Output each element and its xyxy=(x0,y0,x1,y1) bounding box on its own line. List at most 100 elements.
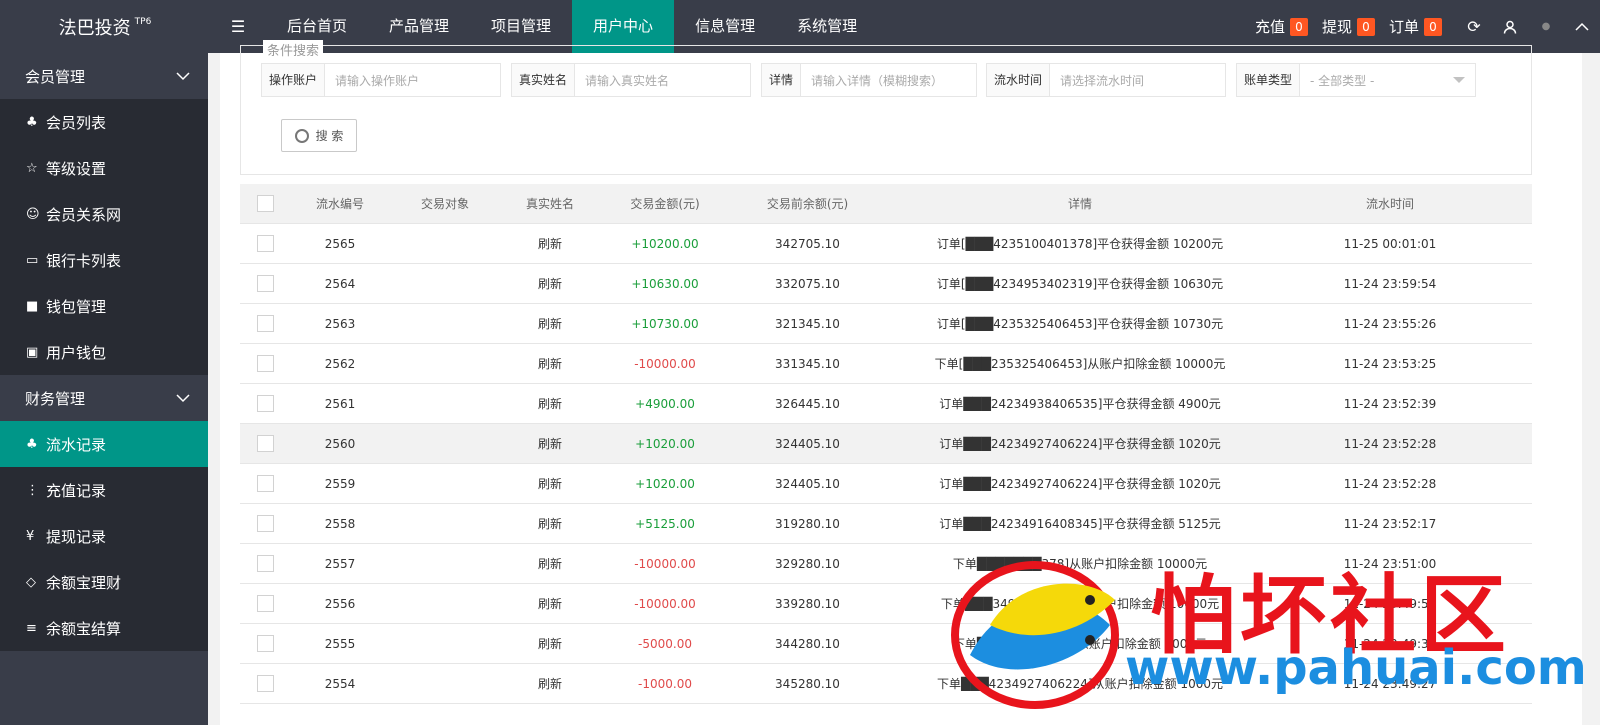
time-input[interactable]: 请选择流水时间 xyxy=(1050,72,1225,89)
table-row[interactable]: 2559 刷新 +1020.00 324405.10 订单███242349274062… xyxy=(240,464,1532,504)
header-id[interactable]: 流水编号 xyxy=(290,195,390,212)
cell-time: 11-24 23:52:39 xyxy=(1343,396,1437,411)
row-checkbox[interactable] xyxy=(256,675,274,692)
sidebar-item[interactable]: ☺ 会员关系网 xyxy=(0,191,208,237)
account-field[interactable]: 操作账户 请输入操作账户 xyxy=(261,63,501,97)
cell-id: 2558 xyxy=(324,516,356,531)
header-before[interactable]: 交易前余额(元) xyxy=(730,195,885,212)
sidebar-item[interactable]: ◇ 余额宝理财 xyxy=(0,559,208,605)
row-checkbox[interactable] xyxy=(256,435,274,452)
search-icon xyxy=(294,128,309,143)
logo[interactable]: 法巴投资 TP6 xyxy=(0,0,210,53)
order-link[interactable]: 订单 0 xyxy=(1389,16,1442,37)
sidebar-item-label: 提现记录 xyxy=(46,527,107,546)
table-row[interactable]: 2562 刷新 -10000.00 331345.10 下单[███2353254064… xyxy=(240,344,1532,384)
chevron-up-icon[interactable] xyxy=(1564,0,1600,53)
row-checkbox[interactable] xyxy=(256,595,274,612)
sidebar-group-members[interactable]: 会员管理 xyxy=(0,53,208,99)
row-checkbox[interactable] xyxy=(256,315,274,332)
account-input[interactable]: 请输入操作账户 xyxy=(325,72,500,89)
sidebar-item[interactable]: ♣ 流水记录 xyxy=(0,421,208,467)
sidebar-item-label: 银行卡列表 xyxy=(46,251,122,270)
table-row[interactable]: 2563 刷新 +10730.00 321345.10 订单[███4235325406… xyxy=(240,304,1532,344)
row-checkbox[interactable] xyxy=(256,555,274,572)
name-input[interactable]: 请输入真实姓名 xyxy=(575,72,750,89)
stack-icon: ≡ xyxy=(26,620,37,636)
table-row[interactable]: 2561 刷新 +4900.00 326445.10 订单███242349384065… xyxy=(240,384,1532,424)
cell-detail: 订单███24234927406224]平仓获得金额 1020元 xyxy=(939,477,1221,491)
row-select-cell xyxy=(240,395,290,412)
cell-name: 刷新 xyxy=(537,437,562,451)
row-checkbox[interactable] xyxy=(256,275,274,292)
sidebar-group-label: 会员管理 xyxy=(25,67,86,86)
sidebar-item[interactable]: ▣ 用户钱包 xyxy=(0,329,208,375)
cell-amount: +4900.00 xyxy=(635,396,695,411)
cell-before: 332075.10 xyxy=(775,276,840,291)
name-field[interactable]: 真实姓名 请输入真实姓名 xyxy=(511,63,751,97)
cell-amount: +5125.00 xyxy=(635,516,695,531)
table-row[interactable]: 2560 刷新 +1020.00 324405.10 订单███242349274062… xyxy=(240,424,1532,464)
sidebar-group-label: 财务管理 xyxy=(25,389,86,408)
dot-icon[interactable]: ● xyxy=(1528,0,1564,53)
star-icon: ☆ xyxy=(26,160,38,176)
sidebar-item-label: 等级设置 xyxy=(46,159,107,178)
sidebar-item[interactable]: ⋮ 充值记录 xyxy=(0,467,208,513)
row-checkbox[interactable] xyxy=(256,235,274,252)
sidebar-item[interactable]: ♣ 会员列表 xyxy=(0,99,208,145)
header-name[interactable]: 真实姓名 xyxy=(500,195,600,212)
time-field[interactable]: 流水时间 请选择流水时间 xyxy=(986,63,1226,97)
row-select-cell xyxy=(240,635,290,652)
withdraw-link[interactable]: 提现 0 xyxy=(1322,16,1375,37)
sidebar-group-finance[interactable]: 财务管理 xyxy=(0,375,208,421)
cell-before: 344280.10 xyxy=(775,636,840,651)
row-checkbox[interactable] xyxy=(256,475,274,492)
user-icon: ♣ xyxy=(26,114,38,130)
cell-before: 342705.10 xyxy=(775,236,840,251)
logo-text: 法巴投资 xyxy=(58,17,131,39)
row-checkbox[interactable] xyxy=(256,355,274,372)
detail-input[interactable]: 请输入详情（模糊搜索） xyxy=(801,72,976,89)
select-all-checkbox[interactable] xyxy=(256,195,274,212)
header-target[interactable]: 交易对象 xyxy=(390,195,500,212)
cell-time: 11-24 23:52:17 xyxy=(1343,516,1437,531)
row-checkbox[interactable] xyxy=(256,395,274,412)
cell-detail: 订单[███4234953402319]平仓获得金额 10630元 xyxy=(936,277,1224,291)
cell-id: 2555 xyxy=(324,636,356,651)
sidebar-item-label: 余额宝结算 xyxy=(46,619,122,638)
recharge-link[interactable]: 充值 0 xyxy=(1255,16,1308,37)
header-time[interactable]: 流水时间 xyxy=(1275,195,1505,212)
table-row[interactable]: 2564 刷新 +10630.00 332075.10 订单[███4234953402… xyxy=(240,264,1532,304)
sidebar-members-list: ♣ 会员列表 ☆ 等级设置 ☺ 会员关系网 ▭ 银行卡列表 ■ 钱包管理 ▣ 用户钱包 xyxy=(0,99,208,375)
row-select-cell xyxy=(240,355,290,372)
cell-time: 11-24 23:59:54 xyxy=(1343,276,1437,291)
header-amount[interactable]: 交易金额(元) xyxy=(600,195,730,212)
sidebar-item[interactable]: ¥ 提现记录 xyxy=(0,513,208,559)
detail-field[interactable]: 详情 请输入详情（模糊搜索） xyxy=(761,63,977,97)
search-button[interactable]: 搜 索 xyxy=(281,119,357,152)
sidebar-item[interactable]: ■ 钱包管理 xyxy=(0,283,208,329)
withdraw-badge: 0 xyxy=(1356,17,1375,36)
cell-amount: +1020.00 xyxy=(635,476,695,491)
cell-before: 326445.10 xyxy=(775,396,840,411)
sidebar-finance-list: ♣ 流水记录 ⋮ 充值记录 ¥ 提现记录 ◇ 余额宝理财 ≡ 余额宝结算 xyxy=(0,421,208,651)
type-label: 账单类型 xyxy=(1237,64,1301,96)
cell-name: 刷新 xyxy=(537,637,562,651)
header-detail[interactable]: 详情 xyxy=(885,195,1275,212)
sidebar-item[interactable]: ▭ 银行卡列表 xyxy=(0,237,208,283)
row-checkbox[interactable] xyxy=(256,635,274,652)
type-select[interactable]: 账单类型 - 全部类型 - xyxy=(1236,63,1476,97)
sidebar-item-label: 用户钱包 xyxy=(46,343,107,362)
caret-down-icon xyxy=(1453,77,1465,83)
cell-name: 刷新 xyxy=(537,317,562,331)
sidebar-item[interactable]: ☆ 等级设置 xyxy=(0,145,208,191)
sidebar-item[interactable]: ≡ 余额宝结算 xyxy=(0,605,208,651)
sidebar-item-label: 钱包管理 xyxy=(46,297,107,316)
sidebar-item-label: 充值记录 xyxy=(46,481,107,500)
table-row[interactable]: 2565 刷新 +10200.00 342705.10 订单[███4235100401… xyxy=(240,224,1532,264)
detail-label: 详情 xyxy=(762,64,802,96)
cell-name: 刷新 xyxy=(537,517,562,531)
cell-before: 339280.10 xyxy=(775,596,840,611)
cell-detail: 下单[███235325406453]从账户扣除金额 10000元 xyxy=(934,357,1226,371)
row-select-cell xyxy=(240,435,290,452)
row-checkbox[interactable] xyxy=(256,515,274,532)
